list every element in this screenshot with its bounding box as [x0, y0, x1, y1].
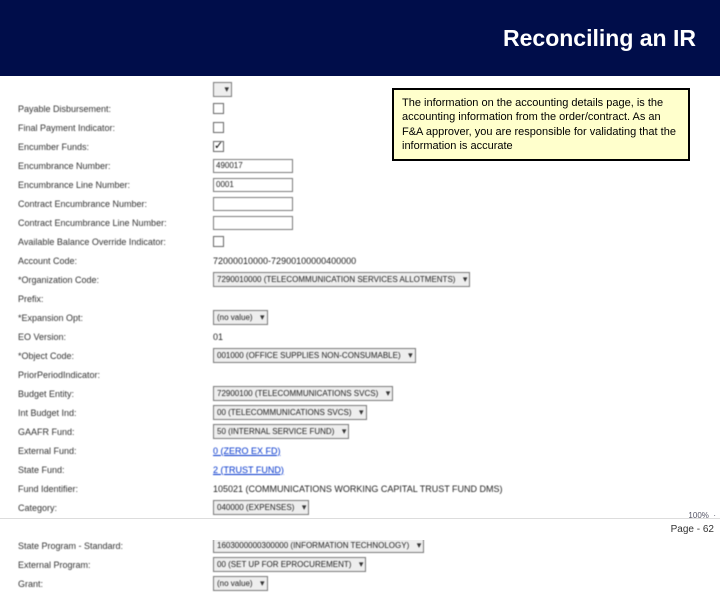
callout-box: The information on the accounting detail… [392, 88, 690, 161]
label-account-code: Account Code: [18, 256, 213, 266]
select-gaafr-fund[interactable]: 50 (INTERNAL SERVICE FUND) [213, 424, 349, 439]
value-encumbrance-number: 490017 [213, 159, 293, 173]
checkbox-payable-disbursement[interactable] [213, 103, 224, 114]
text-fund-identifier: 105021 (COMMUNICATIONS WORKING CAPITAL T… [213, 484, 503, 494]
label-encumbrance-number: Encumbrance Number: [18, 161, 213, 171]
label-external-fund: External Fund: [18, 446, 213, 456]
value-organization-code: 7290010000 (TELECOMMUNICATION SERVICES A… [213, 272, 470, 287]
input-contract-encumb-line[interactable] [213, 216, 293, 230]
form-row-external-fund: External Fund:0 (ZERO EX FD) [18, 441, 720, 460]
label-grant: Grant: [18, 579, 213, 589]
form-row-prior-period: PriorPeriodIndicator: [18, 365, 720, 384]
label-gaafr-fund: GAAFR Fund: [18, 427, 213, 437]
form-row-account-code: Account Code:72000010000-729001000004000… [18, 251, 720, 270]
form-row-category: Category:040000 (EXPENSES) [18, 498, 720, 517]
link-state-fund[interactable]: 2 (TRUST FUND) [213, 465, 284, 475]
form-row-organization-code: *Organization Code:7290010000 (TELECOMMU… [18, 270, 720, 289]
value-expansion-opt: (no value) [213, 310, 268, 325]
value-avail-balance [213, 236, 224, 247]
form-row-int-budget-ind: Int Budget Ind:00 (TELECOMMUNICATIONS SV… [18, 403, 720, 422]
select-state-program[interactable]: 1603000000300000 (INFORMATION TECHNOLOGY… [213, 538, 424, 553]
form-row-eo-version: EO Version:01 [18, 327, 720, 346]
select-top-select[interactable] [213, 82, 232, 97]
label-external-program: External Program: [18, 560, 213, 570]
label-organization-code: *Organization Code: [18, 275, 213, 285]
label-fund-identifier: Fund Identifier: [18, 484, 213, 494]
select-category[interactable]: 040000 (EXPENSES) [213, 500, 309, 515]
select-external-program[interactable]: 00 (SET UP FOR EPROCUREMENT) [213, 557, 366, 572]
slide-header: Reconciling an IR [0, 0, 720, 76]
value-object-code: 001000 (OFFICE SUPPLIES NON-CONSUMABLE) [213, 348, 416, 363]
label-budget-entity: Budget Entity: [18, 389, 213, 399]
value-encumber-funds [213, 141, 224, 152]
value-contract-encumb-num [213, 197, 293, 211]
checkbox-encumber-funds[interactable] [213, 141, 224, 152]
label-contract-encumb-line: Contract Encumbrance Line Number: [18, 218, 213, 228]
select-expansion-opt[interactable]: (no value) [213, 310, 268, 325]
value-budget-entity: 72900100 (TELECOMMUNICATIONS SVCS) [213, 386, 393, 401]
select-budget-entity[interactable]: 72900100 (TELECOMMUNICATIONS SVCS) [213, 386, 393, 401]
input-encumbrance-line[interactable]: 0001 [213, 178, 293, 192]
label-prefix: Prefix: [18, 294, 213, 304]
select-int-budget-ind[interactable]: 00 (TELECOMMUNICATIONS SVCS) [213, 405, 367, 420]
footer: Page - 62 [0, 518, 720, 540]
form-row-grant: Grant:(no value) [18, 574, 720, 593]
value-external-fund: 0 (ZERO EX FD) [213, 446, 281, 456]
value-grant: (no value) [213, 576, 268, 591]
value-payable-disbursement [213, 103, 224, 114]
text-account-code: 72000010000-72900100000400000 [213, 256, 356, 266]
label-payable-disbursement: Payable Disbursement: [18, 104, 213, 114]
form-row-expansion-opt: *Expansion Opt:(no value) [18, 308, 720, 327]
value-state-fund: 2 (TRUST FUND) [213, 465, 284, 475]
form-row-state-fund: State Fund:2 (TRUST FUND) [18, 460, 720, 479]
checkbox-final-payment[interactable] [213, 122, 224, 133]
label-contract-encumb-num: Contract Encumbrance Number: [18, 199, 213, 209]
input-encumbrance-number[interactable]: 490017 [213, 159, 293, 173]
form-row-gaafr-fund: GAAFR Fund:50 (INTERNAL SERVICE FUND) [18, 422, 720, 441]
value-category: 040000 (EXPENSES) [213, 500, 309, 515]
form-row-encumbrance-line: Encumbrance Line Number:0001 [18, 175, 720, 194]
label-encumber-funds: Encumber Funds: [18, 142, 213, 152]
form-row-object-code: *Object Code:001000 (OFFICE SUPPLIES NON… [18, 346, 720, 365]
label-final-payment: Final Payment Indicator: [18, 123, 213, 133]
select-grant[interactable]: (no value) [213, 576, 268, 591]
label-int-budget-ind: Int Budget Ind: [18, 408, 213, 418]
label-state-program: State Program - Standard: [18, 541, 213, 551]
select-object-code[interactable]: 001000 (OFFICE SUPPLIES NON-CONSUMABLE) [213, 348, 416, 363]
label-prior-period: PriorPeriodIndicator: [18, 370, 213, 380]
value-account-code: 72000010000-72900100000400000 [213, 256, 356, 266]
form-row-avail-balance: Available Balance Override Indicator: [18, 232, 720, 251]
label-category: Category: [18, 503, 213, 513]
value-eo-version: 01 [213, 332, 223, 342]
form-row-external-program: External Program:00 (SET UP FOR EPROCURE… [18, 555, 720, 574]
checkbox-avail-balance[interactable] [213, 236, 224, 247]
label-state-fund: State Fund: [18, 465, 213, 475]
text-eo-version: 01 [213, 332, 223, 342]
form-row-budget-entity: Budget Entity:72900100 (TELECOMMUNICATIO… [18, 384, 720, 403]
form-row-prefix: Prefix: [18, 289, 720, 308]
label-eo-version: EO Version: [18, 332, 213, 342]
link-external-fund[interactable]: 0 (ZERO EX FD) [213, 446, 281, 456]
label-avail-balance: Available Balance Override Indicator: [18, 237, 213, 247]
value-int-budget-ind: 00 (TELECOMMUNICATIONS SVCS) [213, 405, 367, 420]
form-row-contract-encumb-num: Contract Encumbrance Number: [18, 194, 720, 213]
input-contract-encumb-num[interactable] [213, 197, 293, 211]
value-encumbrance-line: 0001 [213, 178, 293, 192]
select-organization-code[interactable]: 7290010000 (TELECOMMUNICATION SERVICES A… [213, 272, 470, 287]
page-number: Page - 62 [671, 524, 714, 535]
label-object-code: *Object Code: [18, 351, 213, 361]
value-final-payment [213, 122, 224, 133]
slide-title: Reconciling an IR [503, 25, 696, 52]
label-encumbrance-line: Encumbrance Line Number: [18, 180, 213, 190]
form-row-fund-identifier: Fund Identifier:105021 (COMMUNICATIONS W… [18, 479, 720, 498]
form-row-contract-encumb-line: Contract Encumbrance Line Number: [18, 213, 720, 232]
value-state-program: 1603000000300000 (INFORMATION TECHNOLOGY… [213, 538, 424, 553]
callout-text: The information on the accounting detail… [402, 97, 676, 152]
value-fund-identifier: 105021 (COMMUNICATIONS WORKING CAPITAL T… [213, 484, 503, 494]
label-expansion-opt: *Expansion Opt: [18, 313, 213, 323]
value-contract-encumb-line [213, 216, 293, 230]
value-gaafr-fund: 50 (INTERNAL SERVICE FUND) [213, 424, 349, 439]
value-external-program: 00 (SET UP FOR EPROCUREMENT) [213, 557, 366, 572]
value-top-select [213, 82, 232, 97]
